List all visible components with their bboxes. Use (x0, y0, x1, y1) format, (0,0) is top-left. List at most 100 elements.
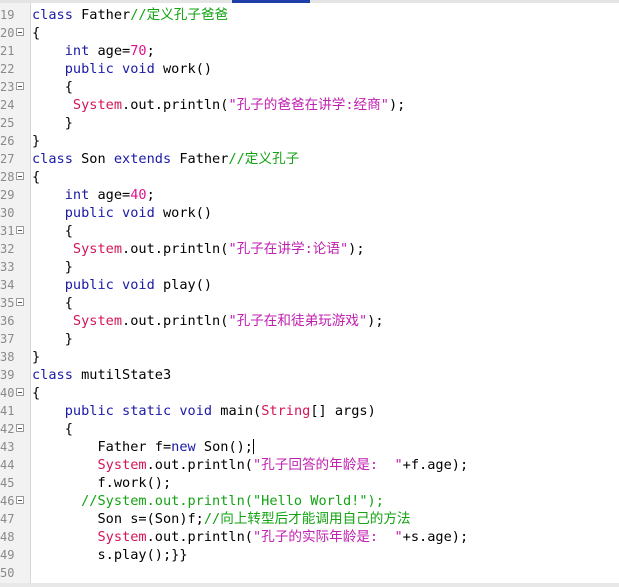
code-token: .out.println( (122, 241, 229, 257)
code-line[interactable]: 36 System.out.println("孔子在和徒弟玩游戏"); (0, 312, 619, 330)
line-number: 25 (0, 116, 14, 130)
line-number: 40 (0, 386, 14, 400)
code-text: { (32, 420, 73, 438)
code-line[interactable]: 50 (0, 564, 619, 582)
code-line[interactable]: 45 f.work(); (0, 474, 619, 492)
fold-toggle-icon[interactable] (16, 424, 24, 432)
code-token: 40 (130, 187, 147, 203)
line-number: 48 (0, 530, 14, 544)
code-token: void (179, 403, 213, 419)
line-number: 49 (0, 548, 14, 562)
code-token: Son(); (195, 439, 253, 455)
line-number: 33 (0, 260, 14, 274)
code-token: Son s=(Son)f; (32, 511, 204, 527)
code-token: //定义孔子爸爸 (130, 7, 229, 23)
text-caret (253, 439, 254, 454)
fold-toggle-icon[interactable] (16, 226, 24, 234)
line-number: 43 (0, 440, 14, 454)
code-token: } (32, 331, 73, 347)
code-line[interactable]: 20 { (0, 24, 619, 42)
code-line[interactable]: 26} (0, 132, 619, 150)
code-text: System.out.println("孔子的实际年龄是: "+s.age); (32, 528, 468, 546)
fold-toggle-icon[interactable] (16, 496, 24, 504)
code-text: public void play() (32, 276, 212, 294)
code-token: 70 (130, 43, 147, 59)
code-text: Father f=new Son(); (32, 438, 254, 456)
code-token: { (32, 421, 73, 437)
code-token: +s.age); (402, 529, 469, 545)
code-line[interactable]: 21 int age=70; (0, 42, 619, 60)
code-token: ); (348, 241, 365, 257)
line-number: 44 (0, 458, 14, 472)
line-number: 46 (0, 494, 14, 508)
code-line[interactable]: 48 System.out.println("孔子的实际年龄是: "+s.age… (0, 528, 619, 546)
code-line[interactable]: 38} (0, 348, 619, 366)
code-line[interactable]: 46 //System.out.println("Hello World!"); (0, 492, 619, 510)
fold-toggle-icon[interactable] (16, 388, 24, 396)
code-line[interactable]: 25 } (0, 114, 619, 132)
code-text: { (32, 222, 73, 240)
fold-toggle-icon[interactable] (16, 28, 24, 36)
code-line[interactable]: 31 { (0, 222, 619, 240)
code-line[interactable]: 35 { (0, 294, 619, 312)
code-text: { (32, 78, 73, 96)
code-token: System (97, 457, 147, 473)
code-token: new (171, 439, 196, 455)
code-line[interactable]: 40 { (0, 384, 619, 402)
code-line[interactable]: 30 public void work() (0, 204, 619, 222)
code-line[interactable]: 39 class mutilState3 (0, 366, 619, 384)
code-token: s.play();}} (32, 547, 188, 563)
code-text: class Son extends Father//定义孔子 (32, 150, 299, 168)
code-line[interactable]: 29 int age=40; (0, 186, 619, 204)
line-number: 19 (0, 8, 14, 22)
line-number: 24 (0, 98, 14, 112)
code-token: //定义孔子 (228, 151, 300, 167)
code-line[interactable]: 27 class Son extends Father//定义孔子 (0, 150, 619, 168)
code-token: "孔子在讲学:论语" (228, 241, 349, 257)
code-text: class mutilState3 (32, 366, 171, 384)
code-token: ; (146, 187, 155, 203)
line-number: 26 (0, 134, 14, 148)
code-line[interactable]: 24 System.out.println("孔子的爸爸在讲学:经商"); (0, 96, 619, 114)
code-token: { (32, 79, 73, 95)
fold-toggle-icon[interactable] (16, 172, 24, 180)
code-line[interactable]: 47 Son s=(Son)f;//向上转型后才能调用自己的方法 (0, 510, 619, 528)
code-line[interactable]: 41 public static void main(String[] args… (0, 402, 619, 420)
code-text: System.out.println("孔子在讲学:论语"); (32, 240, 365, 258)
code-token: { (32, 25, 41, 41)
code-line[interactable]: 33 } (0, 258, 619, 276)
code-editor[interactable]: 19 class Father//定义孔子爸爸 20{21 int age=70; 2… (0, 6, 619, 582)
code-token: age= (89, 187, 131, 203)
code-token: public (64, 277, 114, 293)
line-number: 37 (0, 332, 14, 346)
fold-toggle-icon[interactable] (16, 82, 24, 90)
code-token: age= (89, 43, 131, 59)
code-line[interactable]: 22 public void work() (0, 60, 619, 78)
code-text: class Father//定义孔子爸爸 (32, 6, 228, 24)
code-line[interactable]: 43 Father f=new Son(); (0, 438, 619, 456)
code-line[interactable]: 37 } (0, 330, 619, 348)
code-line[interactable]: 32 System.out.println("孔子在讲学:论语"); (0, 240, 619, 258)
code-token: extends (113, 151, 172, 167)
code-line[interactable]: 19 class Father//定义孔子爸爸 (0, 6, 619, 24)
code-token: System (97, 529, 147, 545)
code-line[interactable]: 23 { (0, 78, 619, 96)
code-line[interactable]: 28 { (0, 168, 619, 186)
line-number: 23 (0, 80, 14, 94)
code-line[interactable]: 34 public void play() (0, 276, 619, 294)
code-token: void (122, 277, 155, 293)
line-number: 50 (0, 566, 14, 580)
fold-toggle-icon[interactable] (16, 298, 24, 306)
code-line[interactable]: 49 s.play();}} (0, 546, 619, 564)
code-text: { (32, 168, 40, 186)
code-line[interactable]: 44 System.out.println("孔子回答的年龄是: "+f.age… (0, 456, 619, 474)
code-line[interactable]: 42 { (0, 420, 619, 438)
active-tab-indicator[interactable] (232, 0, 310, 3)
code-token: } (32, 259, 73, 275)
horizontal-scrollbar[interactable] (0, 583, 619, 587)
